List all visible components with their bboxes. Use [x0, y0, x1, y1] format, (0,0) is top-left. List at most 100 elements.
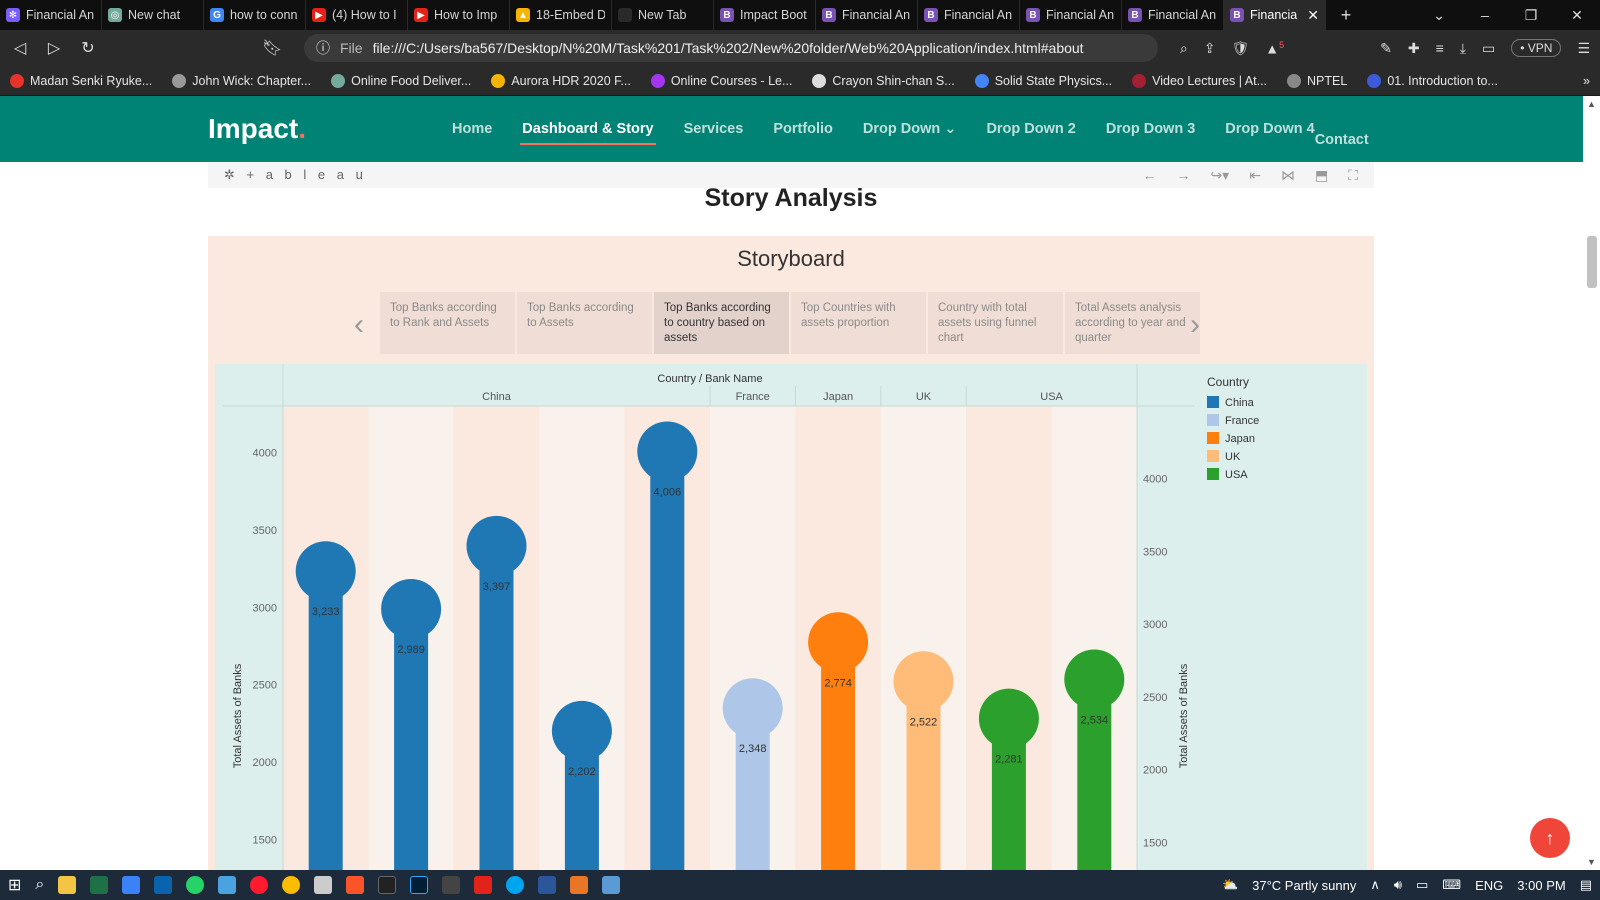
excel-icon[interactable]: [90, 876, 109, 894]
nav-drop-down-3[interactable]: Drop Down 3: [1106, 121, 1195, 137]
reload-icon[interactable]: ↻: [78, 38, 98, 58]
reset-icon[interactable]: ⇤: [1249, 167, 1261, 184]
bookmark-item[interactable]: 01. Introduction to...: [1367, 73, 1498, 88]
page-scrollbar[interactable]: ▲ ▼: [1583, 96, 1600, 870]
story-point-5[interactable]: Country with total assets using funnel c…: [928, 292, 1063, 354]
next-story-icon[interactable]: ›: [1190, 308, 1200, 342]
nav-home[interactable]: Home: [452, 121, 492, 137]
bookmark-item[interactable]: Online Food Deliver...: [331, 73, 471, 88]
scroll-thumb[interactable]: [1587, 236, 1597, 288]
browser-tab[interactable]: B Impact Boot: [714, 0, 816, 30]
prev-story-icon[interactable]: ‹: [354, 308, 364, 342]
scroll-down-icon[interactable]: ▼: [1587, 857, 1596, 867]
more-bookmarks-icon[interactable]: »: [1583, 74, 1590, 88]
bookmark-item[interactable]: Online Courses - Le...: [650, 73, 792, 88]
opera-icon[interactable]: [250, 876, 269, 894]
app-icon[interactable]: [314, 876, 333, 894]
scroll-up-icon[interactable]: ▲: [1587, 99, 1596, 109]
notification-icon[interactable]: ▤: [1580, 877, 1592, 893]
nav-drop-down[interactable]: Drop Down ⌄: [863, 121, 957, 137]
app2-icon[interactable]: [442, 876, 461, 894]
forward-icon[interactable]: ▷: [44, 38, 64, 58]
edge-icon[interactable]: [506, 876, 525, 894]
windows-start-icon[interactable]: ⊞: [8, 875, 21, 895]
browser-tab[interactable]: Ghow to conn: [204, 0, 306, 30]
search-icon[interactable]: ⌕: [35, 876, 44, 894]
info-icon[interactable]: ⓘ: [316, 38, 330, 58]
undo-icon[interactable]: ←: [1142, 167, 1156, 184]
browser-tab[interactable]: B Financial An: [1020, 0, 1122, 30]
playlist-icon[interactable]: ≡: [1436, 40, 1444, 56]
story-point-4[interactable]: Top Countries with assets proportion: [791, 292, 926, 354]
site-logo[interactable]: Impact.: [208, 113, 306, 145]
tableau-public-icon[interactable]: [602, 876, 621, 894]
browser-tab[interactable]: B Financia ✕: [1224, 0, 1326, 30]
download-viz-icon[interactable]: ⬒: [1315, 167, 1328, 184]
story-point-6[interactable]: Total Assets analysis according to year …: [1065, 292, 1200, 354]
revert-icon[interactable]: ↪▾: [1210, 167, 1229, 184]
close-window-button[interactable]: ✕: [1554, 7, 1600, 24]
file-explorer-icon[interactable]: [58, 876, 77, 894]
story-point-1[interactable]: Top Banks according to Rank and Assets: [380, 292, 515, 354]
share-viz-icon[interactable]: ⋈: [1281, 167, 1295, 184]
share-icon[interactable]: ⇪: [1204, 40, 1216, 57]
weather-text[interactable]: 37°C Partly sunny: [1252, 878, 1356, 893]
browser-tab[interactable]: ◎ New chat: [102, 0, 204, 30]
story-point-3[interactable]: Top Banks according to country based on …: [654, 292, 789, 354]
remote-desktop-icon[interactable]: [218, 876, 237, 894]
nav-dashboard-story[interactable]: Dashboard & Story: [520, 121, 656, 145]
vpn-button[interactable]: • VPN: [1511, 39, 1562, 57]
browser-tab[interactable]: B Financial An: [816, 0, 918, 30]
fullscreen-icon[interactable]: ⛶: [1348, 167, 1358, 184]
nav-services[interactable]: Services: [684, 121, 744, 137]
mail-icon[interactable]: [154, 876, 173, 894]
back-to-top-button[interactable]: ↑: [1530, 818, 1570, 858]
url-field[interactable]: ⓘ File file:///C:/Users/ba567/Desktop/N%…: [304, 34, 1158, 62]
clock[interactable]: 3:00 PM: [1517, 878, 1565, 893]
bookmark-item[interactable]: NPTEL: [1287, 73, 1347, 88]
whatsapp-icon[interactable]: [186, 876, 205, 894]
redo-icon[interactable]: →: [1176, 167, 1190, 184]
bookmark-icon[interactable]: 🔖︎: [262, 38, 282, 58]
photoshop-icon[interactable]: [410, 876, 429, 894]
close-tab-icon[interactable]: ✕: [1307, 7, 1319, 24]
bookmark-item[interactable]: John Wick: Chapter...: [172, 73, 311, 88]
download-icon[interactable]: ⤓: [1460, 40, 1466, 57]
bookmark-item[interactable]: Crayon Shin-chan S...: [812, 73, 955, 88]
restore-button[interactable]: ❐: [1508, 7, 1554, 24]
tableau-app-icon[interactable]: [570, 876, 589, 894]
volume-icon[interactable]: 🔊︎: [1394, 877, 1402, 893]
network-icon[interactable]: ▭: [1416, 877, 1428, 893]
browser-tab[interactable]: ▶ (4) How to I: [306, 0, 408, 30]
new-tab-button[interactable]: +: [1326, 5, 1366, 26]
brave-icon[interactable]: [346, 876, 365, 894]
zoom-icon[interactable]: ⌕: [1180, 40, 1188, 57]
chrome-icon[interactable]: [282, 876, 301, 894]
nav-portfolio[interactable]: Portfolio: [773, 121, 833, 137]
store-icon[interactable]: [122, 876, 141, 894]
word-icon[interactable]: [538, 876, 557, 894]
browser-tab[interactable]: ▶ How to Imp: [408, 0, 510, 30]
sidebar-icon[interactable]: ▭: [1482, 40, 1495, 57]
story-point-2[interactable]: Top Banks according to Assets: [517, 292, 652, 354]
brave-rewards-icon[interactable]: ▲5: [1265, 40, 1284, 57]
browser-tab[interactable]: ✻ Financial An: [0, 0, 102, 30]
nav-drop-down-4[interactable]: Drop Down 4: [1225, 121, 1314, 137]
menu-icon[interactable]: ☰: [1577, 40, 1590, 57]
edit-icon[interactable]: ✎: [1380, 40, 1392, 57]
browser-tab[interactable]: B Financial An: [1122, 0, 1224, 30]
back-icon[interactable]: ◁: [10, 38, 30, 58]
language-indicator[interactable]: ENG: [1475, 878, 1503, 893]
tab-search-icon[interactable]: ⌄: [1416, 7, 1462, 24]
unity-icon[interactable]: [378, 876, 397, 894]
extensions-icon[interactable]: ✚: [1408, 40, 1420, 57]
brave-shield-icon[interactable]: 🛡︎: [1231, 40, 1249, 57]
bookmark-item[interactable]: Aurora HDR 2020 F...: [491, 73, 631, 88]
bookmark-item[interactable]: Solid State Physics...: [974, 73, 1112, 88]
browser-tab[interactable]: New Tab: [612, 0, 714, 30]
nav-contact[interactable]: Contact: [1315, 132, 1369, 148]
minimize-button[interactable]: –: [1462, 7, 1508, 24]
browser-tab[interactable]: ▲ 18-Embed D: [510, 0, 612, 30]
browser-tab[interactable]: B Financial An: [918, 0, 1020, 30]
bookmark-item[interactable]: Madan Senki Ryuke...: [10, 73, 152, 88]
